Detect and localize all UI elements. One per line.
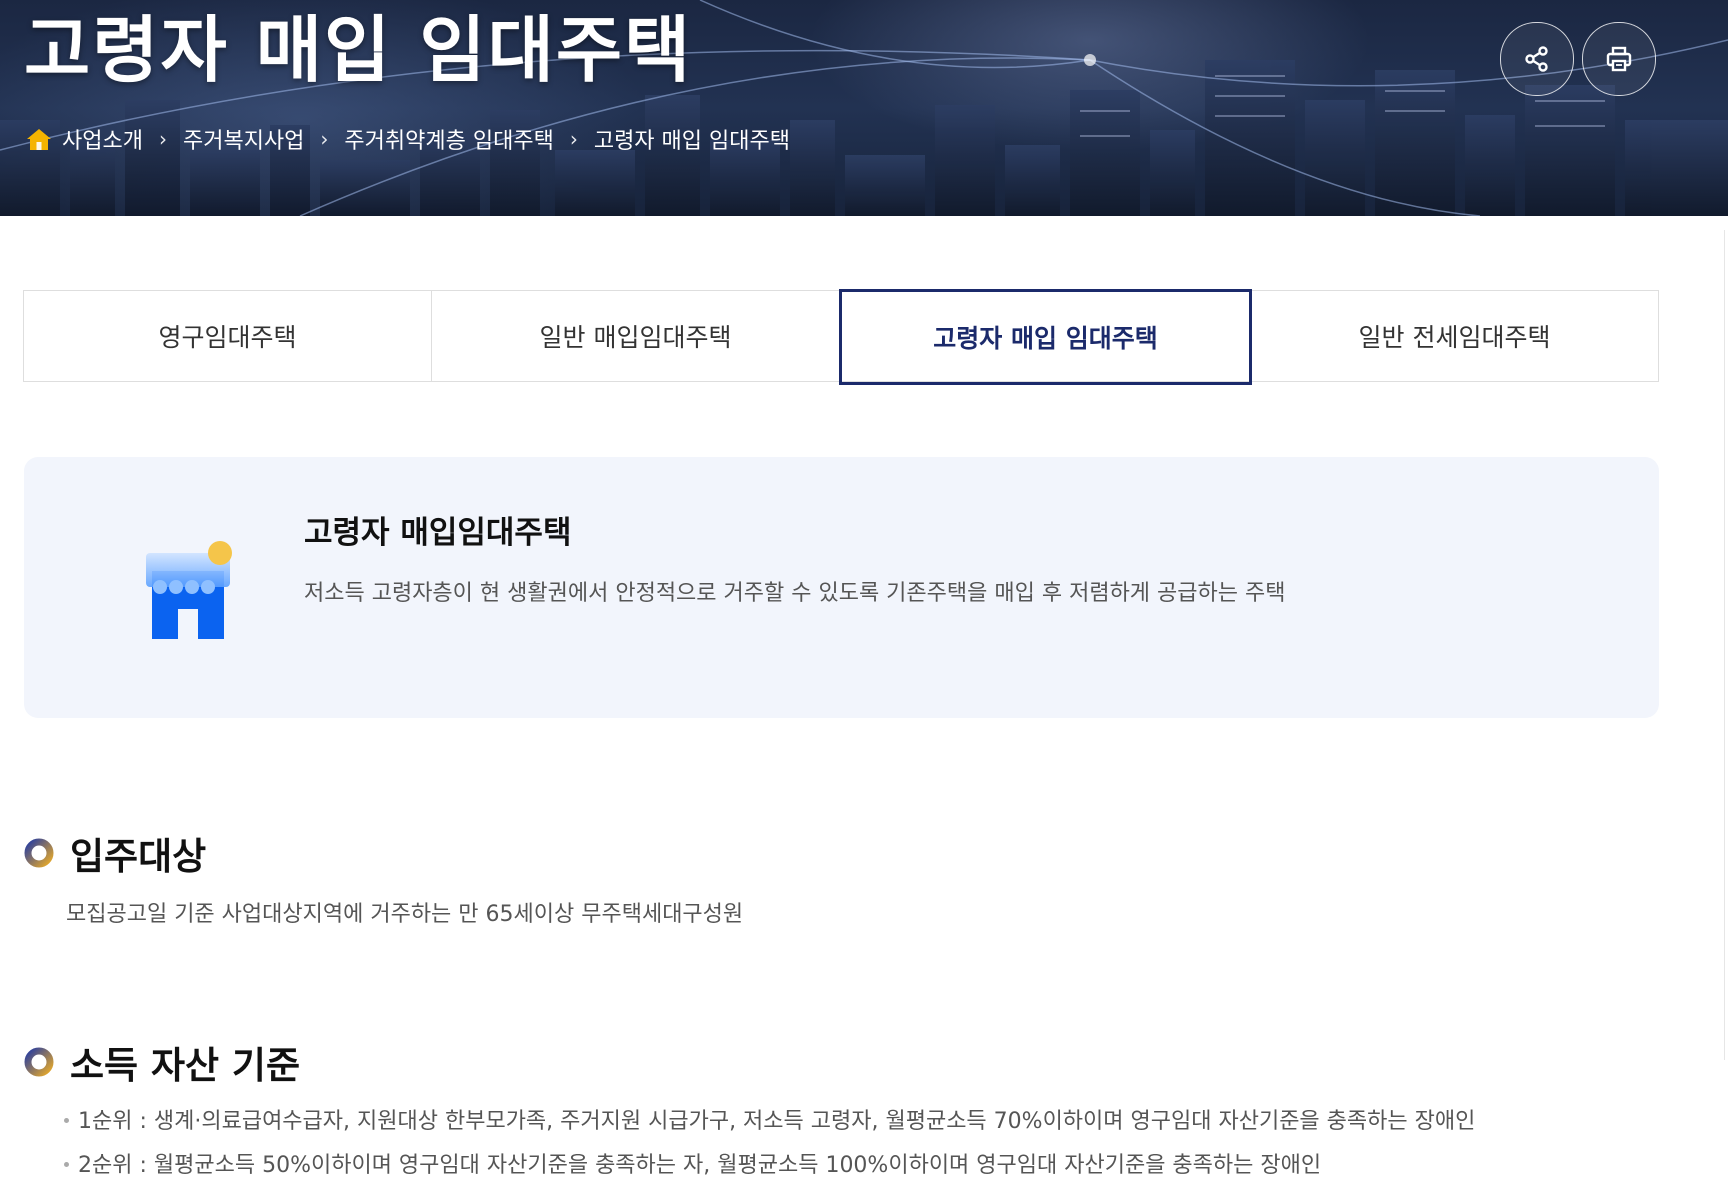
breadcrumb-item-business[interactable]: 사업소개 (62, 123, 143, 155)
tab-general-jeonse-rental[interactable]: 일반 전세임대주택 (1251, 291, 1658, 381)
ring-bullet-icon (24, 838, 54, 868)
eligibility-title: 입주대상 (70, 835, 207, 878)
list-item: 2순위 : 월평균소득 50%이하이며 영구임대 자산기준을 충족하는 자, 월… (64, 1144, 1475, 1188)
income-criteria-list: 1순위 : 생계·의료급여수급자, 지원대상 한부모가족, 주거지원 시급가구,… (64, 1100, 1475, 1188)
breadcrumb: 사업소개 › 주거복지사업 › 주거취약계층 임대주택 › 고령자 매입 임대주… (26, 124, 790, 154)
hero-actions (1500, 22, 1656, 96)
store-icon (120, 533, 240, 647)
share-icon (1525, 46, 1548, 72)
printer-icon (1606, 46, 1632, 72)
chevron-right-icon: › (569, 127, 578, 151)
home-icon[interactable] (26, 127, 52, 151)
breadcrumb-item-welfare[interactable]: 주거복지사업 (183, 123, 304, 155)
list-item: 1순위 : 생계·의료급여수급자, 지원대상 한부모가족, 주거지원 시급가구,… (64, 1100, 1475, 1144)
intro-title: 고령자 매입임대주택 (304, 515, 572, 551)
tab-permanent-rental[interactable]: 영구임대주택 (24, 291, 432, 381)
hero-banner: 고령자 매입 임대주택 사업소개 › 주거복지사업 › 주거취약계층 임대주택 … (0, 0, 1728, 216)
intro-card: 고령자 매입임대주택 저소득 고령자층이 현 생활권에서 안정적으로 거주할 수… (24, 457, 1659, 718)
chevron-right-icon: › (320, 127, 329, 151)
print-button[interactable] (1582, 22, 1656, 96)
share-button[interactable] (1500, 22, 1574, 96)
tab-elderly-purchase-rental[interactable]: 고령자 매입 임대주택 (839, 289, 1252, 385)
ring-bullet-icon (24, 1047, 54, 1077)
eligibility-section-header: 입주대상 (24, 826, 206, 880)
income-title: 소득 자산 기준 (70, 1044, 301, 1087)
chevron-right-icon: › (158, 127, 167, 151)
page-title: 고령자 매입 임대주택 (24, 8, 693, 92)
tab-general-purchase-rental[interactable]: 일반 매입임대주택 (432, 291, 840, 381)
scroll-edge-divider (1724, 230, 1725, 1060)
intro-description: 저소득 고령자층이 현 생활권에서 안정적으로 거주할 수 있도록 기존주택을 … (304, 581, 1286, 606)
eligibility-text: 모집공고일 기준 사업대상지역에 거주하는 만 65세이상 무주택세대구성원 (66, 902, 744, 927)
income-section-header: 소득 자산 기준 (24, 1035, 300, 1089)
tab-bar: 영구임대주택 일반 매입임대주택 고령자 매입 임대주택 일반 전세임대주택 (23, 289, 1659, 385)
breadcrumb-item-current[interactable]: 고령자 매입 임대주택 (594, 123, 790, 155)
breadcrumb-item-vulnerable[interactable]: 주거취약계층 임대주택 (344, 123, 553, 155)
